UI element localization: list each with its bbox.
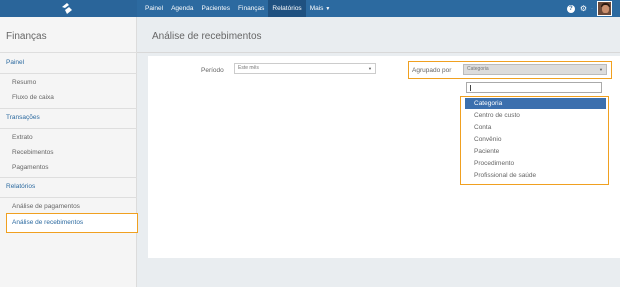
- sidebar-item-recebimentos[interactable]: Recebimentos: [12, 149, 54, 156]
- app-logo-icon: [62, 3, 72, 14]
- sidebar-title: Finanças: [6, 31, 47, 42]
- topbar-right: ? ⚙ ·: [566, 0, 620, 17]
- nav-relatorios[interactable]: Relatórios: [268, 0, 306, 17]
- avatar[interactable]: [597, 1, 612, 16]
- divider: [0, 108, 137, 109]
- sidebar-section-relatorios[interactable]: Relatórios: [6, 183, 35, 190]
- divider: [137, 52, 620, 53]
- page-title: Análise de recebimentos: [152, 31, 262, 42]
- select-value: Categoria: [467, 66, 489, 72]
- sidebar-item-resumo[interactable]: Resumo: [12, 79, 36, 86]
- main-nav: Painel Agenda Pacientes Finanças Relatór…: [141, 0, 334, 17]
- divider: [0, 52, 137, 53]
- sidebar-item-fluxo-de-caixa[interactable]: Fluxo de caixa: [12, 94, 54, 101]
- nav-label: Painel: [145, 5, 164, 12]
- nav-painel[interactable]: Painel: [141, 0, 167, 17]
- dropdown-option-profissional-de-saude[interactable]: Profissional de saúde: [465, 170, 606, 181]
- dropdown-option-procedimento[interactable]: Procedimento: [465, 158, 606, 169]
- periodo-label: Período: [201, 67, 224, 74]
- nav-mais[interactable]: Mais ▼: [306, 0, 335, 17]
- nav-pacientes[interactable]: Pacientes: [198, 0, 235, 17]
- caret-down-icon: ▼: [368, 66, 372, 71]
- help-icon[interactable]: ?: [566, 4, 575, 13]
- caret-down-icon: ▼: [599, 67, 603, 72]
- nav-financas[interactable]: Finanças: [234, 0, 268, 17]
- dropdown-option-paciente[interactable]: Paciente: [465, 146, 606, 157]
- agrupado-select[interactable]: Categoria ▼: [463, 64, 607, 75]
- sidebar-item-pagamentos[interactable]: Pagamentos: [12, 164, 49, 171]
- sidebar-section-transacoes[interactable]: Transações: [6, 114, 40, 121]
- dropdown-option-categoria[interactable]: Categoria: [465, 98, 606, 109]
- nav-label: Pacientes: [201, 5, 231, 12]
- dropdown-options: Categoria Centro de custo Conta Convênio…: [460, 96, 609, 185]
- nav-label: Relatórios: [272, 5, 302, 12]
- periodo-select[interactable]: Este mês ▼: [234, 63, 376, 74]
- agrupado-label: Agrupado por: [412, 67, 452, 74]
- select-value: Este mês: [238, 65, 259, 71]
- divider: [0, 197, 137, 198]
- top-bar: Painel Agenda Pacientes Finanças Relatór…: [0, 0, 620, 17]
- caret-down-icon: ▼: [325, 6, 331, 12]
- sidebar-section-painel[interactable]: Painel: [6, 59, 24, 66]
- text-cursor: [470, 85, 471, 91]
- sidebar-item-label: Análise de recebimentos: [12, 219, 84, 226]
- gear-icon[interactable]: ⚙: [580, 4, 587, 13]
- nav-label: Agenda: [171, 5, 194, 12]
- dropdown-option-convenio[interactable]: Convênio: [465, 134, 606, 145]
- separator-icon: ·: [591, 5, 593, 12]
- dropdown-search-input[interactable]: [466, 82, 602, 93]
- sidebar-item-analise-de-recebimentos[interactable]: Análise de recebimentos: [6, 213, 138, 233]
- dropdown-option-conta[interactable]: Conta: [465, 122, 606, 133]
- sidebar-item-extrato[interactable]: Extrato: [12, 134, 33, 141]
- nav-label: Mais: [309, 5, 324, 12]
- nav-agenda[interactable]: Agenda: [167, 0, 197, 17]
- nav-label: Finanças: [238, 5, 265, 12]
- divider: [0, 177, 137, 178]
- divider: [0, 128, 137, 129]
- dropdown-option-centro-de-custo[interactable]: Centro de custo: [465, 110, 606, 121]
- app-logo[interactable]: [0, 0, 137, 17]
- divider: [0, 73, 137, 74]
- sidebar-item-analise-de-pagamentos[interactable]: Análise de pagamentos: [12, 203, 80, 210]
- sidebar: Finanças Painel Resumo Fluxo de caixa Tr…: [0, 17, 137, 287]
